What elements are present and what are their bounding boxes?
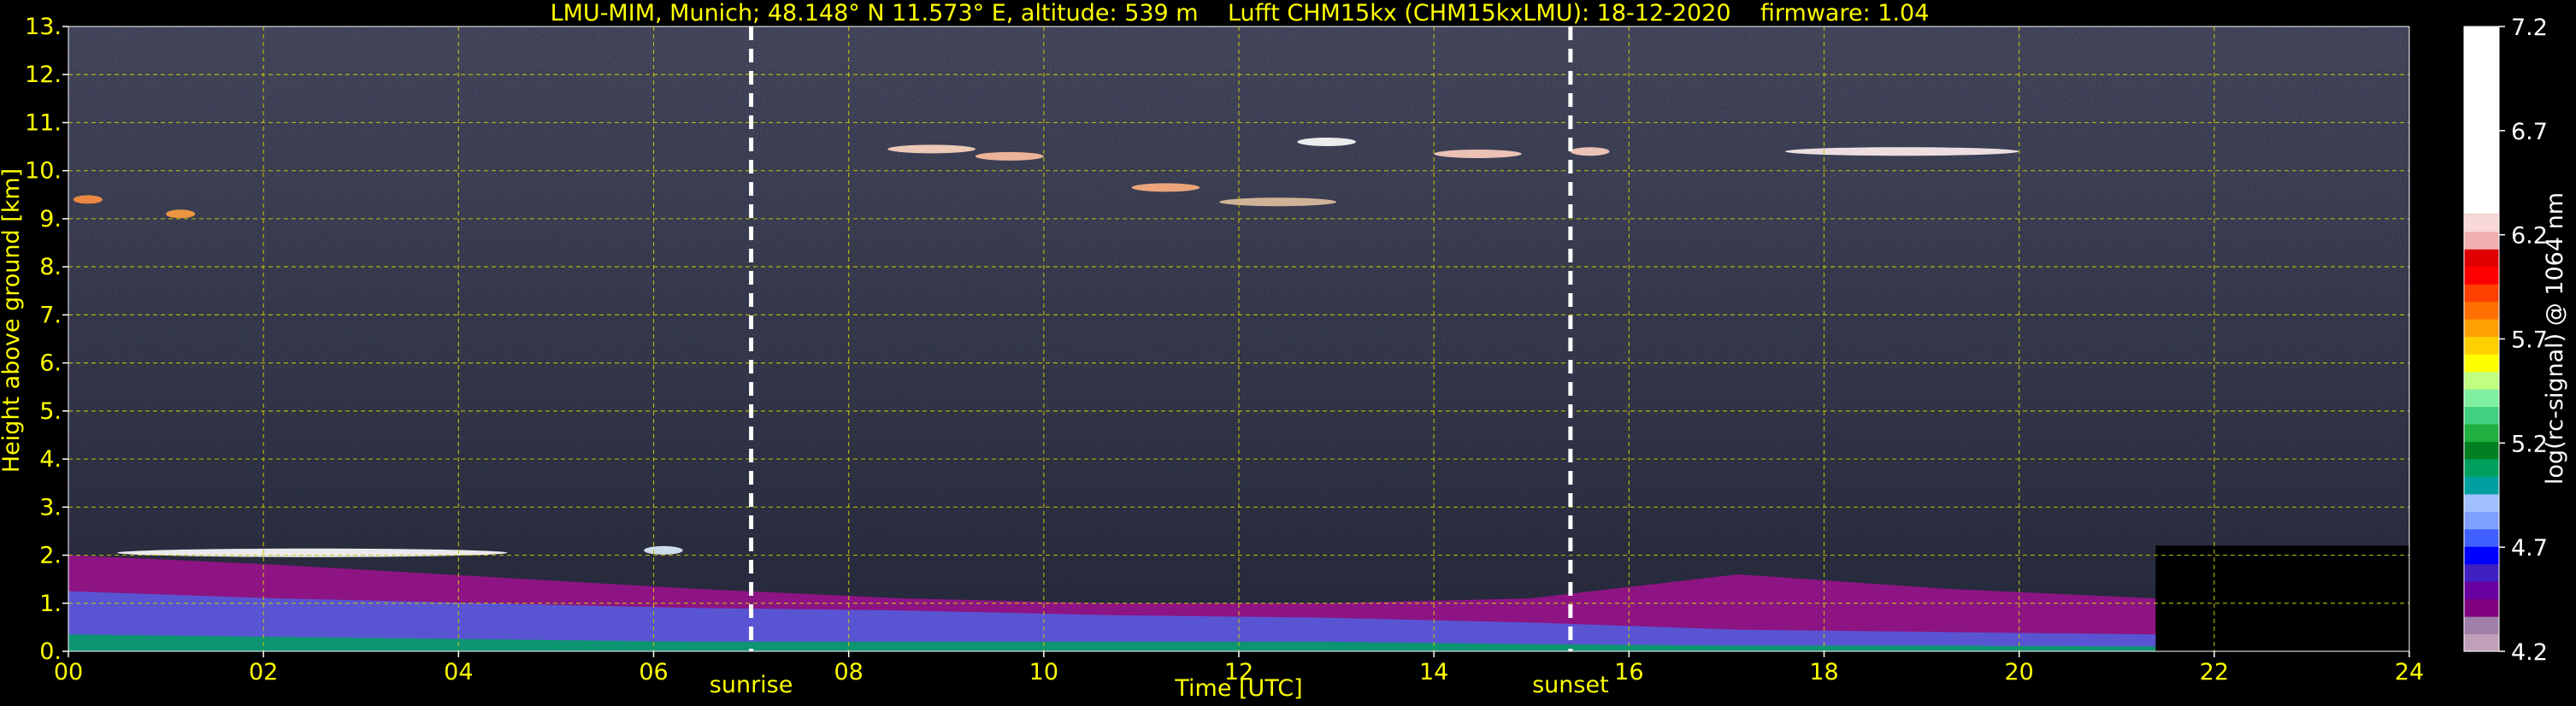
x-axis-label: Time [UTC]	[1174, 675, 1302, 702]
y-tick-label: 8.	[39, 254, 62, 280]
colorbar-segment	[2464, 528, 2499, 547]
y-axis-label: Height above ground [km]	[0, 168, 25, 473]
cloud-mark	[1219, 197, 1337, 207]
cloud-mark	[644, 545, 683, 555]
x-tick-label: 16	[1614, 659, 1643, 685]
colorbar-tick-label: 4.2	[2511, 639, 2548, 666]
colorbar-segment	[2464, 249, 2499, 268]
y-tick-label: 5.	[39, 398, 62, 425]
x-tick-label: 22	[2200, 659, 2229, 685]
x-tick-label: 04	[444, 659, 473, 685]
colorbar-segment	[2464, 26, 2499, 215]
colorbar-segment	[2464, 616, 2499, 635]
y-tick-label: 10.	[25, 158, 62, 185]
cloud-mark	[166, 209, 196, 219]
x-tick-label: 02	[249, 659, 278, 685]
cloud-mark	[73, 195, 103, 204]
colorbar-segment	[2464, 336, 2499, 355]
cloud-mark	[1297, 137, 1356, 146]
colorbar-label: log(rc-signal) @ 1064 nm	[2542, 192, 2568, 485]
colorbar-segment	[2464, 266, 2499, 285]
y-tick-label: 7.	[39, 302, 62, 328]
cloud-mark	[1570, 147, 1610, 156]
colorbar-segments	[2463, 26, 2500, 652]
y-tick-label: 11.	[25, 109, 62, 136]
colorbar-segment	[2464, 354, 2499, 373]
y-tick-label: 3.	[39, 494, 62, 521]
x-tick-label: 06	[639, 659, 668, 685]
event-label-sunset: sunset	[1532, 672, 1609, 698]
chart-title: LMU-MIM, Munich; 48.148° N 11.573° E, al…	[551, 0, 1930, 26]
colorbar-segment	[2464, 598, 2499, 617]
colorbar-segment	[2464, 406, 2499, 425]
colorbar-segment	[2464, 546, 2499, 565]
x-tick-label: 24	[2395, 659, 2424, 685]
y-tick-label: 9.	[39, 206, 62, 232]
x-tick-label: 08	[834, 659, 863, 685]
cloud-mark	[887, 144, 976, 154]
y-tick-label: 0.	[39, 638, 62, 665]
x-tick-label: 20	[2004, 659, 2033, 685]
colorbar-segment	[2464, 458, 2499, 477]
cloud-mark	[975, 151, 1044, 161]
colorbar-segment	[2464, 493, 2499, 512]
y-tick-label: 4.	[39, 446, 62, 473]
cloud-mark	[1131, 183, 1200, 192]
colorbar-tick-label: 7.2	[2511, 15, 2548, 41]
y-tick-label: 13.	[25, 14, 62, 40]
x-tick-label: 18	[1809, 659, 1838, 685]
colorbar-segment	[2464, 388, 2499, 408]
colorbar-segment	[2464, 511, 2499, 530]
colorbar-segment	[2464, 371, 2499, 390]
y-tick-label: 12.	[25, 62, 62, 88]
plot-area: sunrise sunset	[68, 26, 2410, 698]
y-tick-label: 1.	[39, 591, 62, 617]
cloud-mark	[1434, 150, 1522, 159]
colorbar-segment	[2464, 214, 2499, 232]
colorbar-segment	[2464, 301, 2499, 320]
y-tick-label: 2.	[39, 543, 62, 569]
colorbar-segment	[2464, 476, 2499, 495]
colorbar-segment	[2464, 319, 2499, 338]
colorbar-tick-label: 6.7	[2511, 119, 2548, 145]
x-tick-label: 14	[1419, 659, 1448, 685]
event-label-sunrise: sunrise	[710, 672, 793, 698]
colorbar-segment	[2464, 441, 2499, 460]
y-tick-label: 6.	[39, 350, 62, 377]
cloud-mark	[1784, 147, 2019, 156]
colorbar-segment	[2464, 581, 2499, 600]
no-signal-region	[2155, 545, 2409, 651]
cloud-mark	[117, 548, 508, 557]
colorbar-segment	[2464, 633, 2499, 652]
colorbar-segment	[2464, 231, 2499, 250]
ceilometer-chart: sunrise sunset 00 02 04 06 08 10 12 14 16 18 20 22 24…	[0, 0, 2576, 706]
colorbar-segment	[2464, 423, 2499, 442]
colorbar-segment	[2464, 563, 2499, 582]
colorbar-tick-label: 4.7	[2511, 535, 2548, 562]
x-tick-label: 10	[1029, 659, 1058, 685]
colorbar-segment	[2464, 284, 2499, 303]
